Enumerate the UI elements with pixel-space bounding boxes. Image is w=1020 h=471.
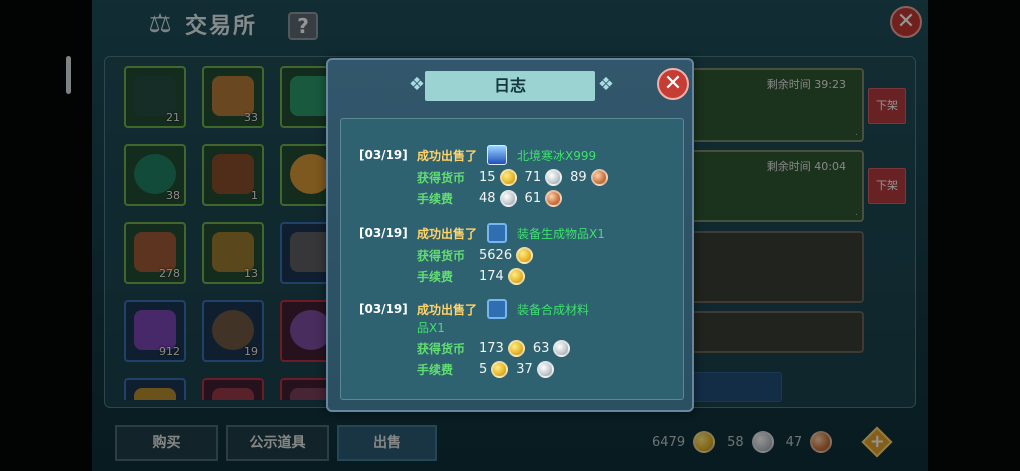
sold-item-name: 装备生成物品X1 bbox=[517, 226, 605, 241]
gold-coin-icon bbox=[507, 268, 525, 285]
gold-coin-icon bbox=[516, 247, 534, 264]
fee-label: 手续费 bbox=[417, 363, 454, 377]
sold-item-name: 装备合成材料 bbox=[517, 302, 590, 317]
log-entry: [03/19] 成功出售了 装备生成物品X1 获得货币 5626 手续费 174 bbox=[359, 223, 679, 285]
copper-coin-icon bbox=[590, 169, 608, 186]
log-status: 成功出售了 bbox=[417, 302, 478, 317]
fee-label: 手续费 bbox=[417, 192, 454, 206]
close-icon: ✕ bbox=[663, 71, 683, 96]
log-date: [03/19] bbox=[359, 226, 408, 240]
log-modal: ❖ 日志 ❖ ✕ [03/19] 成功出售了 北境寒冰X999 获得货币 15 … bbox=[326, 58, 694, 412]
log-status: 成功出售了 bbox=[417, 148, 478, 163]
equipment-icon bbox=[487, 223, 507, 243]
potion-icon bbox=[487, 145, 507, 165]
log-date: [03/19] bbox=[359, 302, 408, 316]
gain-gold: 173 bbox=[479, 341, 504, 356]
fee-label: 手续费 bbox=[417, 270, 454, 284]
gain-silver: 63 bbox=[532, 341, 550, 356]
equipment-icon bbox=[487, 299, 507, 319]
copper-coin-icon bbox=[545, 190, 563, 207]
gold-coin-icon bbox=[491, 361, 509, 378]
gold-coin-icon bbox=[499, 169, 517, 186]
fee-copper: 61 bbox=[524, 191, 542, 206]
gain-silver: 71 bbox=[524, 170, 542, 185]
gain-label: 获得货币 bbox=[417, 342, 466, 356]
log-entry: [03/19] 成功出售了 装备合成材料 品X1 获得货币 173 63 手续费… bbox=[359, 299, 679, 378]
fee-gold: 5 bbox=[479, 362, 488, 377]
log-date: [03/19] bbox=[359, 148, 408, 162]
log-entry: [03/19] 成功出售了 北境寒冰X999 获得货币 15 71 89 手续费… bbox=[359, 145, 679, 207]
right-ornament-icon: ❖ bbox=[597, 74, 615, 95]
gain-label: 获得货币 bbox=[417, 171, 466, 185]
silver-coin-icon bbox=[499, 190, 517, 207]
log-list[interactable]: [03/19] 成功出售了 北境寒冰X999 获得货币 15 71 89 手续费… bbox=[340, 118, 684, 400]
log-title: 日志 bbox=[425, 71, 595, 101]
silver-coin-icon bbox=[545, 169, 563, 186]
gain-gold: 5626 bbox=[479, 248, 513, 263]
gold-coin-icon bbox=[507, 340, 525, 357]
silver-coin-icon bbox=[553, 340, 571, 357]
log-status: 成功出售了 bbox=[417, 226, 478, 241]
gain-label: 获得货币 bbox=[417, 249, 466, 263]
fee-silver: 48 bbox=[479, 191, 496, 206]
screen: ⚖ 交易所 ? ✕ 21 33 6 38 1 278 13 1 912 19 6… bbox=[0, 0, 1020, 471]
gain-copper: 89 bbox=[570, 170, 587, 185]
close-log-button[interactable]: ✕ bbox=[657, 68, 689, 100]
sold-item-name: 北境寒冰X999 bbox=[517, 148, 597, 163]
sold-item-name-continued: 品X1 bbox=[417, 321, 445, 335]
fee-silver: 37 bbox=[516, 362, 533, 377]
gain-gold: 15 bbox=[479, 170, 496, 185]
silver-coin-icon bbox=[536, 361, 554, 378]
fee-gold: 174 bbox=[479, 269, 504, 284]
